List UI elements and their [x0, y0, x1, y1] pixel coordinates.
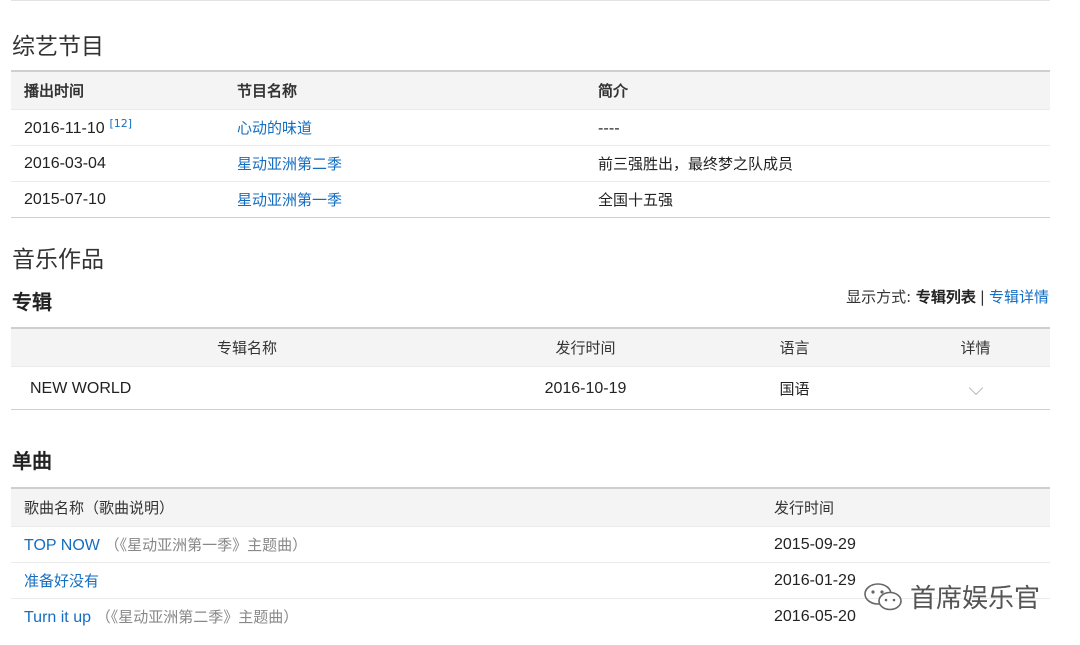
variety-table: 播出时间 节目名称 简介 2016-11-10 [12] 心动的味道 ---- …: [11, 70, 1050, 218]
col-detail: 详情: [901, 328, 1050, 367]
song-link[interactable]: Turn it up: [24, 609, 91, 626]
song-link[interactable]: TOP NOW: [24, 537, 100, 554]
display-mode-label: 显示方式:: [846, 288, 912, 306]
program-intro: 前三强胜出，最终梦之队成员: [598, 145, 1050, 182]
col-album-name: 专辑名称: [11, 328, 483, 367]
table-row: 2016-11-10 [12] 心动的味道 ----: [11, 109, 1050, 146]
program-link[interactable]: 心动的味道: [237, 119, 312, 137]
song-release-date: 2016-05-20: [774, 608, 856, 625]
song-link[interactable]: 准备好没有: [24, 572, 99, 590]
album-name: NEW WORLD: [30, 379, 132, 397]
program-link[interactable]: 星动亚洲第二季: [237, 155, 342, 173]
albums-header-row: 专辑名称 发行时间 语言 详情: [11, 328, 1050, 367]
albums-heading: 专辑: [12, 290, 52, 314]
col-language: 语言: [688, 328, 901, 367]
col-program-name: 节目名称: [237, 71, 598, 110]
song-release-date: 2016-01-29: [774, 572, 856, 589]
table-row: TOP NOW （《星动亚洲第一季》主题曲） 2015-09-29: [11, 526, 1050, 563]
program-intro: 全国十五强: [598, 181, 1050, 218]
album-release-date: 2016-10-19: [544, 379, 627, 397]
variety-header-row: 播出时间 节目名称 简介: [11, 71, 1050, 110]
col-air-date: 播出时间: [11, 71, 237, 110]
chevron-down-icon[interactable]: [968, 380, 983, 396]
album-list-mode[interactable]: 专辑列表: [916, 288, 976, 306]
reference-link[interactable]: [12]: [109, 117, 132, 130]
page: 综艺节目 播出时间 节目名称 简介 2016-11-10 [12] 心动的味道 …: [0, 0, 1080, 645]
song-note: （《星动亚洲第一季》主题曲）: [104, 536, 308, 554]
song-release-date: 2015-09-29: [774, 536, 856, 553]
singles-header-row: 歌曲名称（歌曲说明） 发行时间: [11, 488, 1050, 527]
air-date-cell: 2016-11-10 [12]: [11, 109, 237, 146]
albums-table: 专辑名称 发行时间 语言 详情 NEW WORLD 2016-10-19 国语: [11, 327, 1050, 410]
program-intro: ----: [598, 109, 1050, 146]
song-note: （《星动亚洲第二季》主题曲）: [95, 608, 299, 626]
mode-separator: |: [979, 288, 985, 306]
album-language: 国语: [688, 366, 901, 410]
air-date: 2015-07-10: [24, 191, 106, 208]
music-heading: 音乐作品: [12, 247, 104, 273]
col-release-date: 发行时间: [483, 328, 688, 367]
singles-heading: 单曲: [12, 449, 52, 473]
air-date: 2016-03-04: [24, 155, 106, 172]
display-mode-switch: 显示方式: 专辑列表 | 专辑详情: [846, 286, 1049, 307]
program-link[interactable]: 星动亚洲第一季: [237, 191, 342, 209]
top-divider: [11, 0, 1050, 1]
col-intro: 简介: [598, 71, 1050, 110]
table-row: 2015-07-10 星动亚洲第一季 全国十五强: [11, 181, 1050, 218]
watermark: 首席娱乐官: [862, 578, 1040, 615]
table-row: 2016-03-04 星动亚洲第二季 前三强胜出，最终梦之队成员: [11, 145, 1050, 182]
col-song-name: 歌曲名称（歌曲说明）: [11, 488, 761, 527]
album-detail-mode-link[interactable]: 专辑详情: [989, 288, 1049, 306]
table-row: NEW WORLD 2016-10-19 国语: [11, 366, 1050, 410]
watermark-text: 首席娱乐官: [910, 584, 1041, 614]
air-date: 2016-11-10: [24, 120, 105, 137]
variety-heading: 综艺节目: [12, 34, 104, 60]
col-song-release-date: 发行时间: [761, 488, 1050, 527]
wechat-icon: [864, 582, 902, 610]
